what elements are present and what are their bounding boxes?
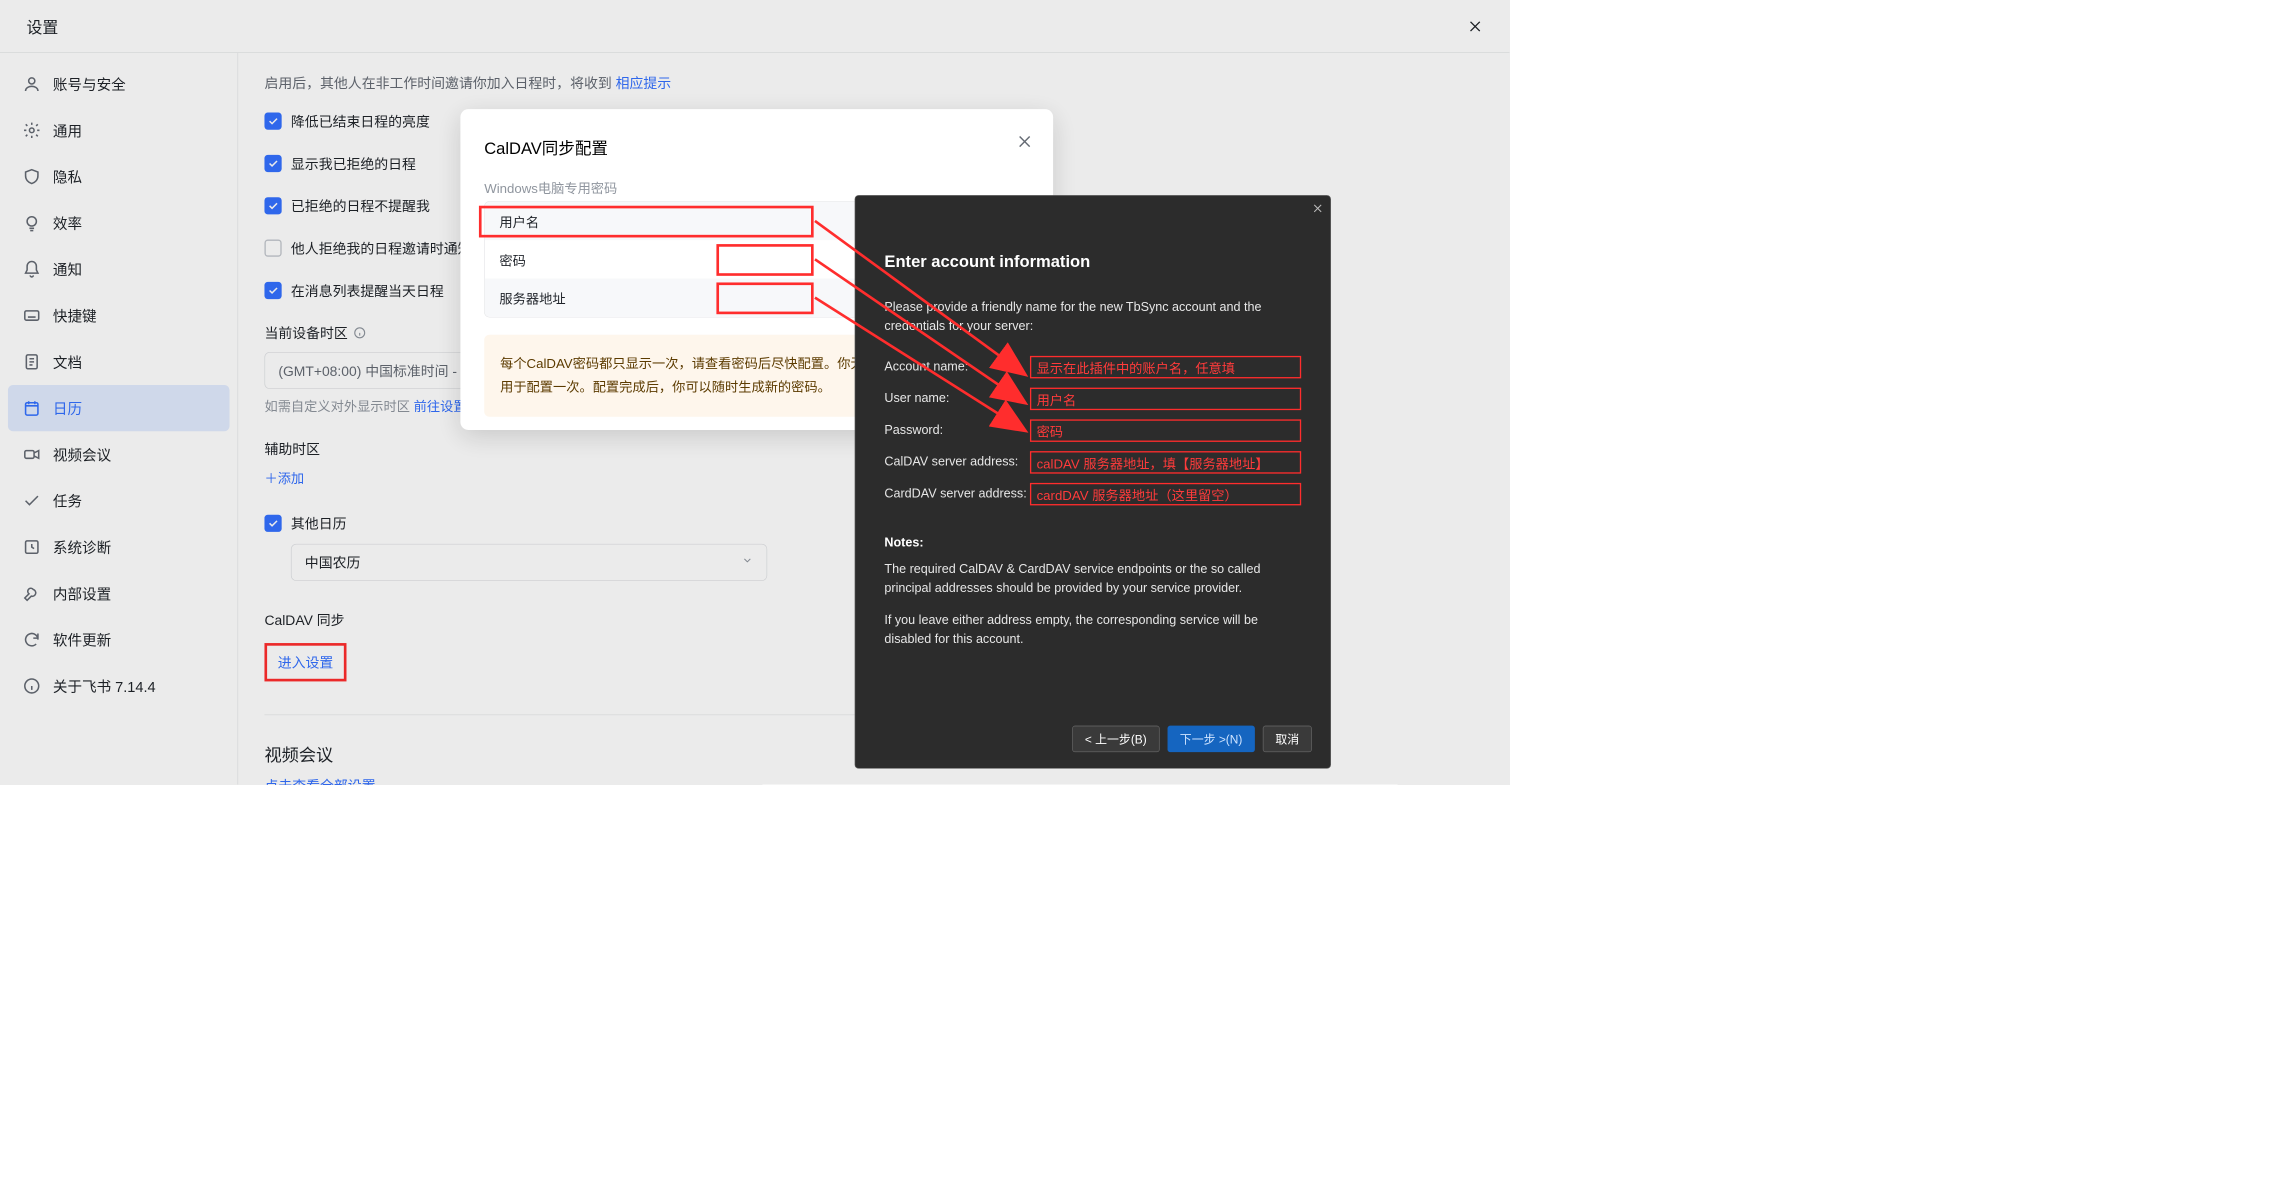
tbsync-title: Enter account information: [884, 253, 1301, 272]
prev-button[interactable]: < 上一步(B): [1072, 726, 1159, 752]
caldav-username-label: 用户名: [499, 211, 539, 230]
tbsync-label: Password:: [884, 423, 1030, 438]
next-button[interactable]: 下一步 >(N): [1167, 726, 1255, 752]
tbsync-label: CalDAV server address:: [884, 455, 1030, 470]
tbsync-label: Account name:: [884, 360, 1030, 375]
tbsync-notes-heading: Notes:: [884, 536, 1301, 551]
tbsync-row-username: User name: 用户名: [884, 388, 1301, 410]
cancel-button[interactable]: 取消: [1263, 726, 1312, 752]
caldav-server-label: 服务器地址: [499, 288, 565, 307]
tbsync-row-carddav: CardDAV server address: cardDAV 服务器地址（这里…: [884, 483, 1301, 505]
tbsync-username-input[interactable]: 用户名: [1030, 388, 1301, 410]
tbsync-carddav-input[interactable]: cardDAV 服务器地址（这里留空）: [1030, 483, 1301, 505]
tbsync-label: User name:: [884, 392, 1030, 407]
tbsync-password-input[interactable]: 密码: [1030, 419, 1301, 441]
tbsync-footer: < 上一步(B) 下一步 >(N) 取消: [1072, 726, 1311, 752]
tbsync-intro: Please provide a friendly name for the n…: [884, 298, 1301, 336]
tbsync-label: CardDAV server address:: [884, 487, 1030, 502]
tbsync-account-modal: Enter account information Please provide…: [855, 195, 1331, 769]
tbsync-caldav-input[interactable]: calDAV 服务器地址，填【服务器地址】: [1030, 451, 1301, 473]
close-icon[interactable]: [1016, 133, 1033, 154]
close-icon[interactable]: [1312, 202, 1324, 218]
tbsync-row-caldav: CalDAV server address: calDAV 服务器地址，填【服务…: [884, 451, 1301, 473]
caldav-modal-title: CalDAV同步配置: [484, 136, 1029, 160]
tbsync-row-account: Account name: 显示在此插件中的账户名，任意填: [884, 356, 1301, 378]
tbsync-row-password: Password: 密码: [884, 419, 1301, 441]
tbsync-notes-2: If you leave either address empty, the c…: [884, 610, 1301, 649]
caldav-password-label: 密码: [499, 250, 525, 269]
tbsync-account-name-input[interactable]: 显示在此插件中的账户名，任意填: [1030, 356, 1301, 378]
tbsync-notes-1: The required CalDAV & CardDAV service en…: [884, 560, 1301, 599]
